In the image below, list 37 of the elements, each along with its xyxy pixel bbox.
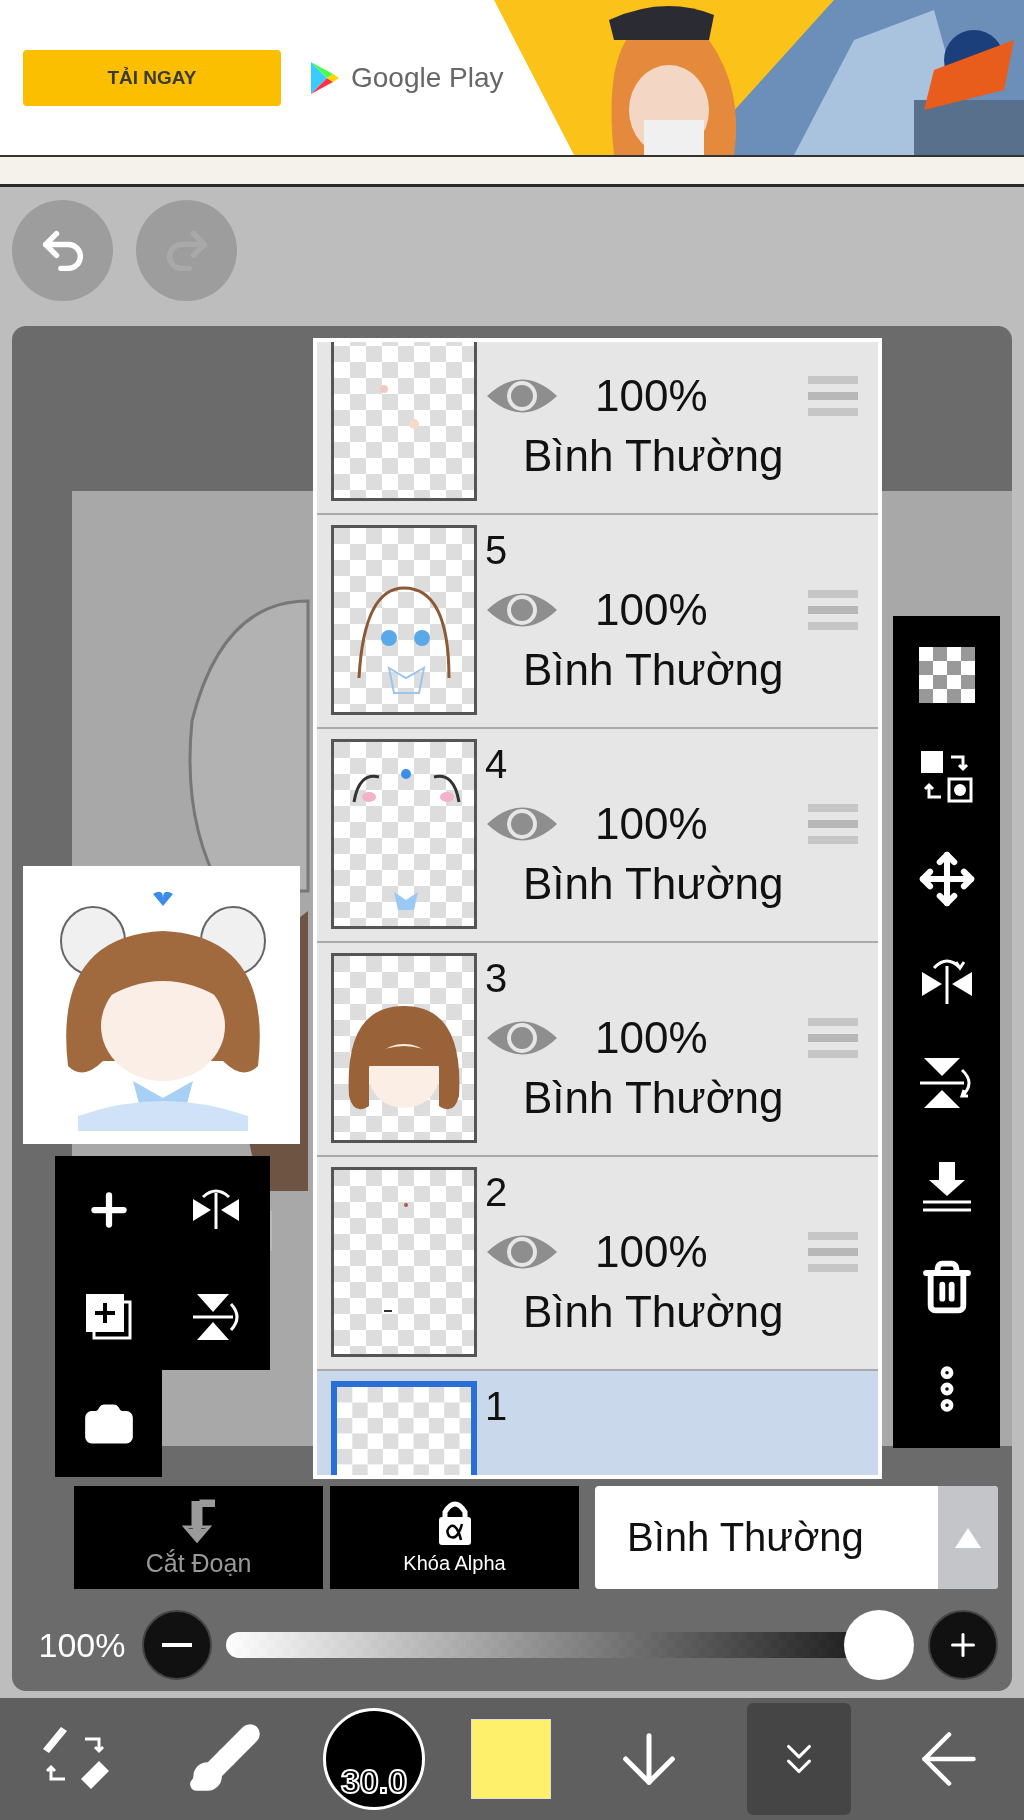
alpha-lock-button[interactable]: Khóa Alpha (330, 1486, 579, 1589)
camera-button[interactable] (55, 1370, 162, 1477)
drag-handle-icon[interactable] (808, 588, 858, 632)
layer-blend-mode: Bình Thường (523, 859, 784, 909)
layer-blend-mode: Bình Thường (523, 645, 784, 695)
layer-number: 2 (485, 1169, 508, 1216)
store-name: Google Play (351, 61, 504, 94)
minus-icon (162, 1643, 192, 1647)
layer-row[interactable]: 1 (317, 1371, 878, 1475)
layer-opacity: 100% (595, 1013, 708, 1063)
layer-blend-mode: Bình Thường (523, 1073, 784, 1123)
drag-handle-icon[interactable] (808, 1016, 858, 1060)
layer-blend-mode: Bình Thường (523, 1287, 784, 1337)
layer-opacity: 100% (595, 371, 708, 421)
download-button[interactable]: TẢI NGAY (23, 49, 281, 106)
layer-opacity: 100% (595, 1227, 708, 1277)
layer-opacity: 100% (595, 799, 708, 849)
layer-opacity: 100% (595, 585, 708, 635)
drag-handle-icon[interactable] (808, 1230, 858, 1274)
layer-blend-mode: Bình Thường (523, 431, 784, 481)
drag-handle-icon[interactable] (808, 802, 858, 846)
layer-row[interactable]: 100% Bình Thường (317, 342, 878, 515)
play-store-icon (309, 59, 341, 96)
layer-number: 3 (485, 955, 508, 1002)
layer-number: 1 (485, 1383, 508, 1430)
blend-mode-dropdown[interactable]: Bình Thường (595, 1486, 998, 1589)
opacity-value: 100% (37, 1625, 127, 1665)
transparency-icon[interactable] (918, 646, 975, 703)
opacity-slider[interactable] (226, 1610, 914, 1680)
up-arrow-icon (955, 1527, 981, 1548)
move-icon[interactable] (917, 850, 976, 909)
swap-icon[interactable] (918, 748, 975, 805)
brush-size-button[interactable]: 30.0 (323, 1708, 425, 1810)
drag-handle-icon[interactable] (808, 374, 858, 418)
color-swatch[interactable] (471, 1719, 551, 1799)
layer-number: 4 (485, 741, 508, 788)
layer-number: 5 (485, 527, 508, 574)
